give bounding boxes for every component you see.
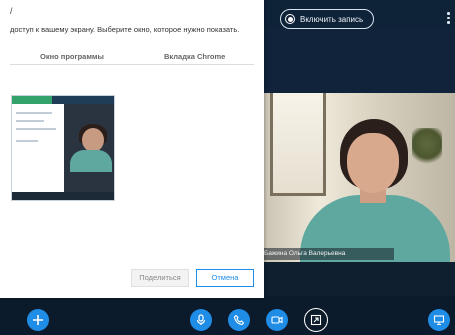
presentation-icon — [433, 315, 445, 326]
dialog-title: / — [10, 6, 13, 16]
add-button[interactable] — [27, 309, 49, 331]
record-button[interactable]: Включить запись — [280, 9, 374, 29]
screen-share-icon — [310, 314, 322, 326]
plus-icon — [33, 315, 43, 325]
phone-icon — [233, 314, 245, 326]
cancel-button[interactable]: Отмена — [196, 269, 254, 287]
screen-share-button[interactable] — [304, 308, 328, 332]
mic-icon — [196, 314, 206, 325]
present-button[interactable] — [428, 309, 450, 331]
call-controls-bar — [0, 296, 455, 335]
participant-video — [262, 93, 455, 262]
share-screen-dialog: / доступ к вашему экрану. Выберите окно,… — [0, 0, 264, 298]
camera-button[interactable] — [266, 309, 288, 331]
dialog-subtitle: доступ к вашему экрану. Выберите окно, к… — [10, 25, 240, 34]
call-background — [262, 28, 455, 93]
tab-program-window[interactable]: Окно программы — [40, 52, 104, 61]
mic-button[interactable] — [190, 309, 212, 331]
participant-name: Бажина Ольга Валерьевна — [262, 248, 394, 260]
tab-divider — [10, 64, 254, 65]
tab-chrome-tab[interactable]: Вкладка Chrome — [164, 52, 225, 61]
record-icon — [285, 14, 295, 24]
window-thumbnail[interactable] — [11, 95, 115, 201]
more-vert-icon[interactable] — [447, 12, 450, 24]
share-button[interactable]: Поделиться — [131, 269, 189, 287]
video-camera-icon — [271, 316, 283, 324]
end-call-button[interactable] — [228, 309, 250, 331]
record-button-label: Включить запись — [300, 14, 364, 24]
